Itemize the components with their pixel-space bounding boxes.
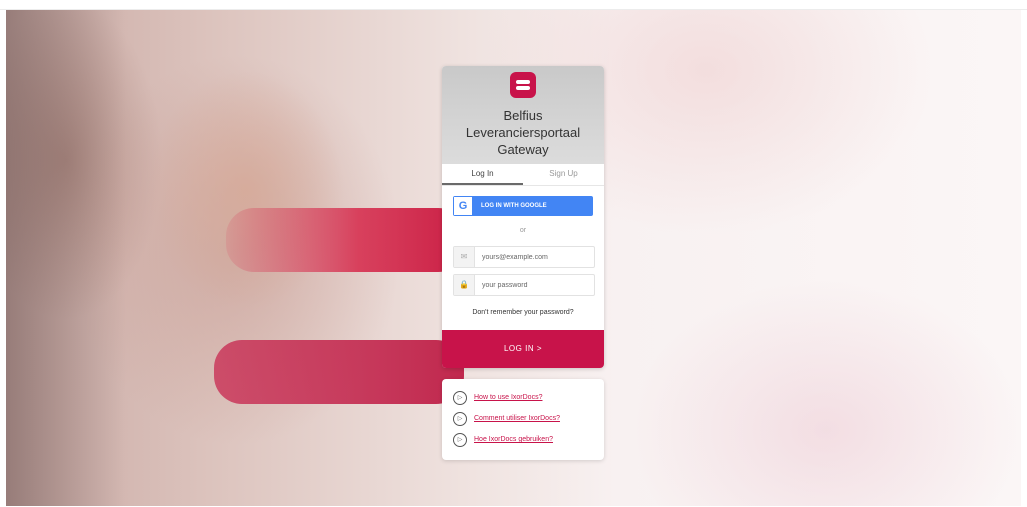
email-input[interactable] [482, 249, 587, 265]
tab-sign-up[interactable]: Sign Up [523, 164, 604, 185]
hair-shadow [6, 10, 126, 506]
password-input[interactable] [482, 277, 587, 293]
login-button[interactable]: LOG IN > [442, 330, 604, 368]
decorative-pill-bottom [214, 340, 464, 404]
login-card: Belfius Leveranciersportaal Gateway Log In… [442, 66, 604, 368]
help-link-english[interactable]: How to use IxorDocs? [474, 392, 542, 404]
forgot-password-link[interactable]: Don't remember your password? [442, 309, 604, 316]
mail-icon: ✉ [454, 247, 475, 267]
help-link-french[interactable]: Comment utiliser IxorDocs? [474, 413, 560, 425]
help-links-panel: ▷ How to use IxorDocs? ▷ Comment utilise… [442, 379, 604, 460]
play-icon[interactable]: ▷ [453, 391, 467, 405]
play-icon[interactable]: ▷ [453, 433, 467, 447]
password-field[interactable]: 🔒 [453, 274, 595, 296]
lock-icon: 🔒 [454, 275, 475, 295]
play-icon[interactable]: ▷ [453, 412, 467, 426]
help-link-dutch[interactable]: Hoe IxorDocs gebruiken? [474, 434, 553, 446]
google-g-icon: G [454, 197, 472, 215]
portal-title: Belfius Leveranciersportaal Gateway [465, 108, 581, 157]
tab-log-in[interactable]: Log In [442, 164, 523, 185]
card-header: Belfius Leveranciersportaal Gateway [442, 66, 604, 164]
email-field[interactable]: ✉ [453, 246, 595, 268]
belfius-logo [510, 72, 536, 98]
top-bar [0, 0, 1027, 10]
or-divider: or [519, 227, 527, 234]
decorative-pill-top [226, 208, 466, 272]
google-login-label: LOG IN WITH GOOGLE [481, 203, 547, 209]
google-login-button[interactable]: G LOG IN WITH GOOGLE [453, 196, 593, 216]
auth-tabs: Log In Sign Up [442, 164, 604, 186]
